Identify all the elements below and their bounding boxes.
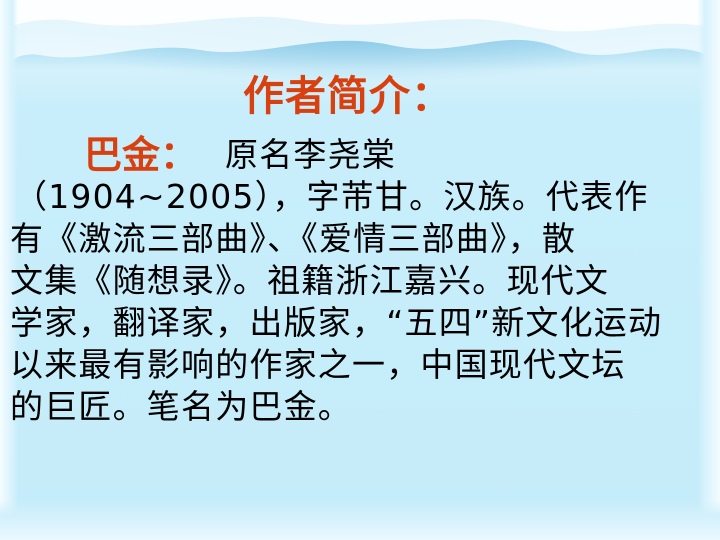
body-line: 文集《随想录》。祖籍浙江嘉兴。现代文 xyxy=(10,261,610,300)
body-line: （1904~2005），字芾甘。汉族。代表作 xyxy=(14,177,649,216)
frost-frame-right xyxy=(698,0,720,540)
body-line: 原名李尧棠 xyxy=(225,135,396,174)
body-line: 以来最有影响的作家之一，中国现代文坛 xyxy=(10,345,626,384)
body-line: 有《激流三部曲》、《爱情三部曲》，散 xyxy=(10,219,577,258)
slide-title: 作者简介： xyxy=(243,72,453,120)
frost-frame-bottom xyxy=(0,500,720,540)
body-line: 学家，翻译家，出版家，“五四”新文化运动 xyxy=(10,303,663,342)
body-line: 的巨匠。笔名为巴金。 xyxy=(10,387,352,426)
